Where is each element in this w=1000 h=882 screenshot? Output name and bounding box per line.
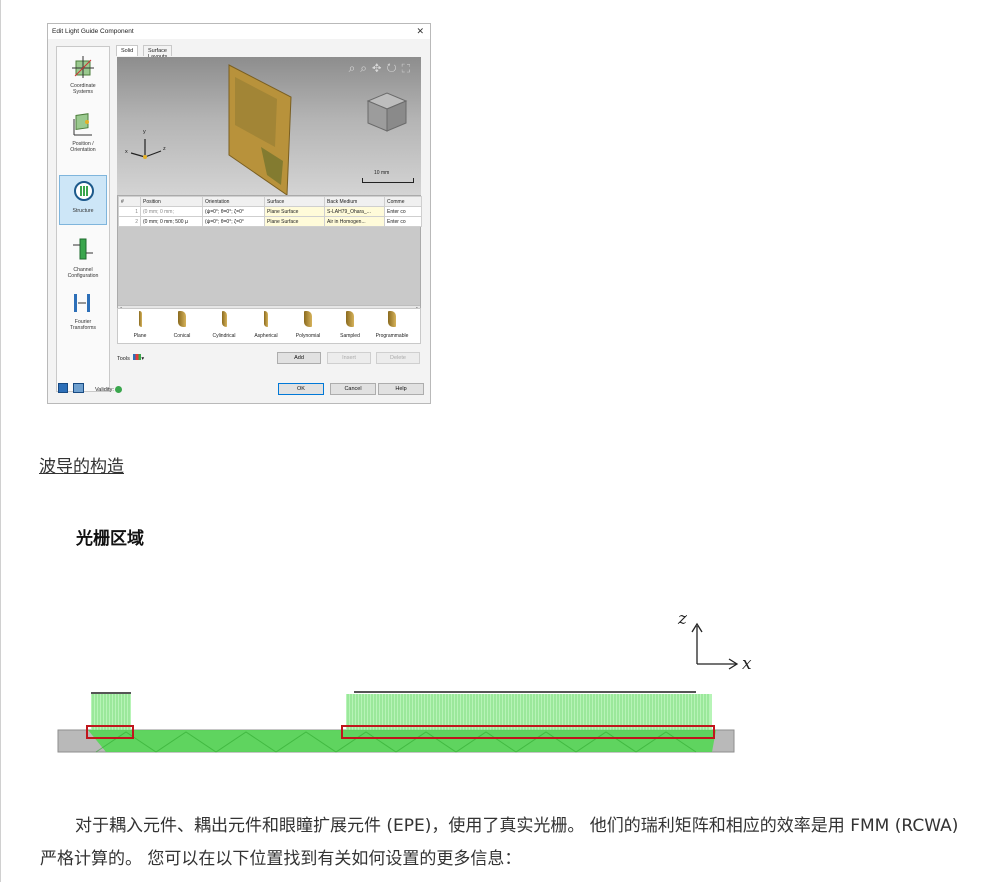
3d-viewport[interactable]: y z x ⌕⌕✥↻⛶ 10 mm	[117, 57, 421, 195]
cancel-button[interactable]: Cancel	[330, 383, 376, 395]
table-cell: Plane Surface	[264, 206, 325, 217]
view-cube-icon	[366, 92, 408, 132]
validity-label: Validity:	[95, 386, 114, 393]
diagram-axis-z-label: z	[677, 609, 688, 629]
table-header-row: # Position Orientation Surface Back Medi…	[118, 196, 422, 207]
catalog-icon[interactable]	[73, 383, 84, 393]
shape-sampled[interactable]: Sampled	[330, 311, 370, 339]
save-icon[interactable]	[58, 383, 68, 393]
validity-indicator: Validity:	[95, 386, 123, 393]
conical-icon	[178, 311, 186, 327]
out-coupling-grating	[346, 691, 712, 730]
dialog-titlebar: Edit Light Guide Component ✕	[48, 24, 430, 39]
structure-icon	[74, 181, 94, 201]
viewport-toolbar-icons[interactable]: ⌕⌕✥↻⛶	[349, 61, 415, 76]
nav-label-channel-configuration: Channel Configuration	[67, 267, 99, 279]
nav-label-position-orientation: Position / Orientation	[70, 141, 96, 153]
shape-programmable[interactable]: Programmable	[372, 311, 412, 339]
nav-label-structure: Structure	[72, 208, 94, 214]
grating-region-heading: 光栅区域	[76, 529, 144, 549]
nav-item-position-orientation[interactable]: Position / Orientation	[59, 109, 107, 159]
guided-light-band	[88, 730, 716, 752]
table-cell: 2	[118, 216, 141, 227]
fourier-transforms-icon	[74, 294, 90, 312]
nav-item-structure[interactable]: Structure	[59, 175, 107, 225]
in-coupling-grating	[91, 692, 131, 730]
table-cell: Air in Homogen...	[324, 216, 385, 227]
cylindrical-icon	[221, 311, 227, 327]
nav-label-fourier-transforms: Fourier Transforms	[69, 319, 97, 331]
diagram-axis-x-label: x	[742, 654, 752, 674]
chevron-down-icon[interactable]: ▾	[141, 356, 144, 362]
tab-solid[interactable]: Solid	[116, 45, 139, 56]
close-icon[interactable]: ✕	[416, 26, 424, 37]
shape-conical[interactable]: Conical	[162, 311, 202, 339]
edit-light-guide-dialog-screenshot: Edit Light Guide Component ✕ Coordinate S…	[47, 23, 431, 404]
table-cell: 1	[118, 206, 141, 217]
dialog-title: Edit Light Guide Component	[52, 28, 134, 35]
check-icon	[115, 386, 123, 393]
axis-triad-icon	[130, 139, 162, 159]
waveguide-construction-link[interactable]: 波导的构造	[39, 452, 124, 477]
axis-x-label: x	[125, 149, 128, 155]
table-header: Back Medium	[324, 196, 385, 207]
axis-indicator	[691, 622, 739, 670]
table-cell: (0 mm; 0 mm;	[140, 206, 203, 217]
shape-plane[interactable]: Plane	[120, 311, 160, 339]
aspherical-icon	[264, 311, 268, 327]
page-edge-line	[0, 0, 1, 882]
nav-item-coordinate-systems[interactable]: Coordinate Systems	[59, 51, 107, 101]
scale-label: 10 mm	[374, 170, 390, 176]
add-button[interactable]: Add	[277, 352, 321, 364]
table-header: Surface	[264, 196, 325, 207]
axis-z-label: z	[163, 146, 166, 152]
surface-table-area: # Position Orientation Surface Back Medi…	[117, 195, 422, 315]
table-header: Position	[140, 196, 203, 207]
table-row[interactable]: 2 (0 mm; 0 mm; 500 µ (ψ=0°; θ=0°; ζ=0° P…	[118, 216, 422, 227]
polynomial-icon	[304, 311, 312, 327]
position-orientation-icon	[73, 113, 92, 136]
dialog-nav-panel: Coordinate Systems Position / Orientation	[56, 46, 110, 392]
surface-table[interactable]: # Position Orientation Surface Back Medi…	[118, 196, 422, 227]
nav-item-fourier-transforms[interactable]: Fourier Transforms	[59, 287, 107, 337]
table-cell: (0 mm; 0 mm; 500 µ	[140, 216, 203, 227]
table-row[interactable]: 1 (0 mm; 0 mm; (ψ=0°; θ=0°; ζ=0° Plane S…	[118, 206, 422, 217]
tools-menu[interactable]: Tools ▾	[117, 354, 144, 362]
table-cell: (ψ=0°; θ=0°; ζ=0°	[202, 216, 265, 227]
ok-button[interactable]: OK	[278, 383, 324, 395]
nav-label-coordinate-systems: Coordinate Systems	[70, 83, 96, 95]
coordinate-systems-icon	[72, 56, 94, 78]
channel-configuration-icon	[73, 238, 93, 260]
axis-y-label: y	[143, 129, 146, 135]
tab-surface-layouts[interactable]: Surface Layouts	[143, 45, 173, 60]
table-header: Orientation	[202, 196, 265, 207]
table-cell: (ψ=0°; θ=0°; ζ=0°	[202, 206, 265, 217]
tools-label: Tools	[117, 356, 130, 362]
table-cell: Enter co	[384, 206, 422, 217]
grating-region-diagram: z x	[57, 609, 752, 753]
shape-cylindrical[interactable]: Cylindrical	[204, 311, 244, 339]
shape-polynomial[interactable]: Polynomial	[288, 311, 328, 339]
delete-button[interactable]: Delete	[376, 352, 420, 364]
surface-type-gallery: Plane Conical Cylindrical Aspherical Pol…	[117, 308, 421, 344]
programmable-icon	[388, 311, 396, 327]
description-paragraph: 对于耦入元件、耦出元件和眼瞳扩展元件 (EPE)，使用了真实光栅。 他们的瑞利矩…	[40, 816, 959, 869]
table-cell: Enter co	[384, 216, 422, 227]
plane-icon	[138, 311, 142, 327]
sampled-icon	[346, 311, 354, 327]
table-cell: Plane Surface	[264, 216, 325, 227]
scale-bar	[362, 178, 414, 183]
insert-button[interactable]: Insert	[327, 352, 371, 364]
table-header: #	[118, 196, 141, 207]
table-header: Comme	[384, 196, 422, 207]
table-cell: S-LAH79_Ohara_...	[324, 206, 385, 217]
nav-item-channel-configuration[interactable]: Channel Configuration	[59, 233, 107, 283]
help-button[interactable]: Help	[378, 383, 424, 395]
shape-aspherical[interactable]: Aspherical	[246, 311, 286, 339]
